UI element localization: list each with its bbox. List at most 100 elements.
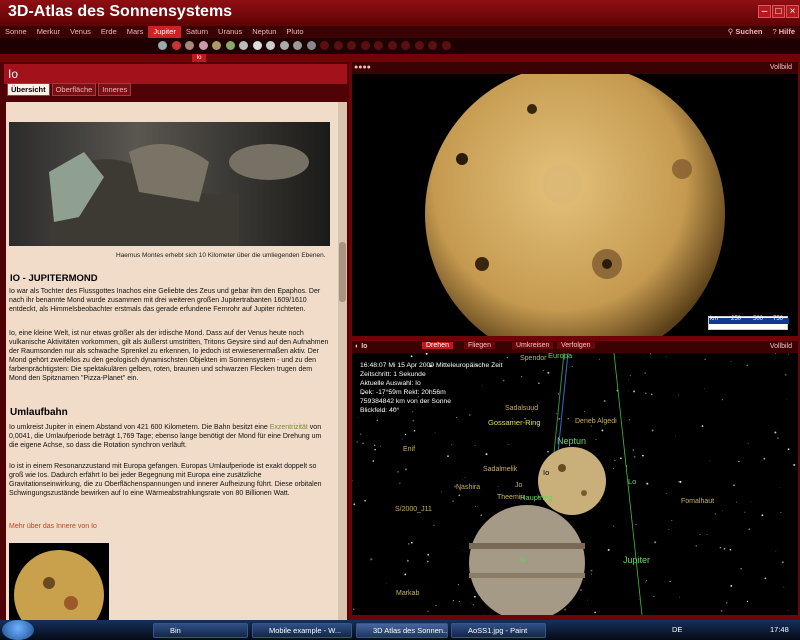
star-nashira[interactable]: Nashira xyxy=(456,484,480,491)
label-io[interactable]: Io xyxy=(520,555,526,564)
moon-icon[interactable] xyxy=(158,41,167,50)
planet-tab-merkur[interactable]: Merkur xyxy=(32,26,65,38)
moon-icon[interactable] xyxy=(225,41,235,50)
star-deneb-algedi[interactable]: Deneb Algedi xyxy=(575,418,617,425)
moon-icon[interactable] xyxy=(387,41,397,50)
star-sadalmelik[interactable]: Sadalmelik xyxy=(483,466,517,473)
label-lo[interactable]: Lo xyxy=(628,477,636,486)
label-main-ring[interactable]: Hauptring xyxy=(520,493,553,502)
moon-icon[interactable] xyxy=(320,41,329,50)
view-info: 16:48:07 Mi 15 Apr 2009 Mitteleuropäisch… xyxy=(360,362,503,414)
article-content: Haemus Montes erhebt sich 10 Kilometer ü… xyxy=(6,102,338,620)
heading-io: IO - JUPITERMOND xyxy=(10,273,98,284)
planet-tab-sonne[interactable]: Sonne xyxy=(0,26,32,38)
target-select[interactable]: ◐ Io xyxy=(355,343,367,350)
label-jupiter[interactable]: Jupiter xyxy=(623,555,650,565)
taskbar-item-paint[interactable]: AoSS1.jpg - Paint xyxy=(451,623,546,638)
follow-button[interactable]: Verfolgen xyxy=(557,342,595,349)
paragraph-intro: Io war als Tochter des Flussgottes Inach… xyxy=(9,288,321,313)
info-panel: Io Übersicht Oberfläche Inneres Haemus M… xyxy=(0,62,349,620)
moon-icon[interactable] xyxy=(266,41,275,50)
planet-nav: Sonne Merkur Venus Erde Mars Jupiter Saturn Ura… xyxy=(0,26,800,38)
moon-icon[interactable] xyxy=(306,41,316,50)
planet-tab-uranus[interactable]: Uranus xyxy=(213,26,247,38)
planet-tab-neptun[interactable]: Neptun xyxy=(247,26,281,38)
moon-icon[interactable] xyxy=(185,41,194,50)
top-view-toolbar: ●●●● Vollbild xyxy=(352,62,798,74)
app-window: 3D-Atlas des Sonnensystems – □ × Sonne Me… xyxy=(0,0,800,620)
more-link[interactable]: Mehr über das Innere von Io xyxy=(9,522,331,531)
star-spendor[interactable]: Spendor xyxy=(520,355,546,362)
haemus-montes-image xyxy=(9,122,330,246)
paragraph-volcanism: Io, eine kleine Welt, ist nur etwas größ… xyxy=(9,330,329,382)
start-button[interactable] xyxy=(2,620,34,640)
io-thumbnail[interactable] xyxy=(9,543,109,620)
label-europa[interactable]: Europa xyxy=(548,351,572,360)
fly-button[interactable]: Fliegen xyxy=(464,342,495,349)
moon-icon[interactable] xyxy=(198,41,208,50)
bottom-view-toolbar: ◐ Io Drehen Fliegen Umkreisen Verfolgen … xyxy=(352,341,798,353)
help-button[interactable]: ? Hilfe xyxy=(767,26,800,38)
moon-icon[interactable] xyxy=(171,41,181,50)
moon-icon[interactable] xyxy=(414,41,424,50)
star-enif[interactable]: Enif xyxy=(403,446,415,453)
fullscreen-button-top[interactable]: Vollbild xyxy=(770,64,792,71)
close-button[interactable]: × xyxy=(786,5,799,18)
content-scrollbar[interactable] xyxy=(338,102,347,620)
star-fomalhaut[interactable]: Fomalhaut xyxy=(681,498,714,505)
planet-tab-saturn[interactable]: Saturn xyxy=(181,26,213,38)
star-jo[interactable]: Jo xyxy=(515,482,522,489)
label-neptune[interactable]: Neptun xyxy=(557,436,586,446)
paragraph-resonance: Io ist in einem Resonanzzustand mit Euro… xyxy=(9,463,322,497)
app-title: 3D-Atlas des Sonnensystems xyxy=(8,3,233,20)
star-markab[interactable]: Markab xyxy=(396,590,419,597)
panel-tabs: Übersicht Oberfläche Inneres xyxy=(7,83,132,96)
planet-tab-erde[interactable]: Erde xyxy=(96,26,122,38)
io-surface-view[interactable]: km 250 500 750 xyxy=(352,74,798,336)
moon-icon[interactable] xyxy=(252,41,262,50)
moon-icon[interactable] xyxy=(441,41,451,50)
moon-selector-bar xyxy=(0,38,800,54)
fullscreen-button-bottom[interactable]: Vollbild xyxy=(770,343,792,350)
moon-icon[interactable] xyxy=(333,41,343,50)
moon-icon[interactable] xyxy=(360,41,370,50)
panel-title: Io xyxy=(4,64,347,84)
orbit-button[interactable]: Umkreisen xyxy=(512,342,554,349)
planet-tab-mars[interactable]: Mars xyxy=(122,26,149,38)
search-button[interactable]: ⚲ Suchen xyxy=(723,26,768,38)
minimize-button[interactable]: – xyxy=(758,5,771,18)
tab-overview[interactable]: Übersicht xyxy=(7,83,50,96)
planet-tab-venus[interactable]: Venus xyxy=(65,26,96,38)
scrollbar-thumb[interactable] xyxy=(339,242,346,302)
image-caption: Haemus Montes erhebt sich 10 Kilometer ü… xyxy=(116,252,326,259)
clock[interactable]: 17:48 xyxy=(770,625,789,634)
star-sadalsuud[interactable]: Sadalsuud xyxy=(505,405,538,412)
moon-icon[interactable] xyxy=(293,41,302,50)
windows-taskbar: Bin Mobile example - W... 3D Atlas des S… xyxy=(0,620,800,640)
scale-bar: km 250 500 750 xyxy=(708,316,789,330)
planet-tab-jupiter[interactable]: Jupiter xyxy=(148,26,181,38)
view-controls-icon[interactable]: ●●●● xyxy=(354,64,371,71)
moon-icon[interactable] xyxy=(239,41,248,50)
tab-surface[interactable]: Oberfläche xyxy=(51,83,97,96)
taskbar-item-bin[interactable]: Bin xyxy=(153,623,248,638)
rotate-button[interactable]: Drehen xyxy=(422,342,453,349)
label-io-small[interactable]: Io xyxy=(543,468,549,477)
moon-icon[interactable] xyxy=(212,41,221,50)
moon-icon[interactable] xyxy=(401,41,410,50)
maximize-button[interactable]: □ xyxy=(772,5,785,18)
moon-icon[interactable] xyxy=(279,41,289,50)
star-theemin[interactable]: Theemin xyxy=(497,494,524,501)
taskbar-item-mobile[interactable]: Mobile example - W... xyxy=(252,623,352,638)
label-gossamer-ring[interactable]: Gossamer-Ring xyxy=(488,418,541,427)
moon-icon[interactable] xyxy=(347,41,356,50)
tab-interior[interactable]: Inneres xyxy=(98,83,132,96)
moon-icon[interactable] xyxy=(374,41,383,50)
taskbar-item-atlas[interactable]: 3D Atlas des Sonnen... xyxy=(356,623,448,638)
moon-icon[interactable] xyxy=(428,41,437,50)
eccentricity-link[interactable]: Exzentrizität xyxy=(270,424,308,431)
heading-orbit: Umlaufbahn xyxy=(10,407,68,418)
star-s2000-j11[interactable]: S/2000_J11 xyxy=(395,506,432,513)
language-indicator[interactable]: DE xyxy=(672,625,682,634)
planet-tab-pluto[interactable]: Pluto xyxy=(281,26,308,38)
